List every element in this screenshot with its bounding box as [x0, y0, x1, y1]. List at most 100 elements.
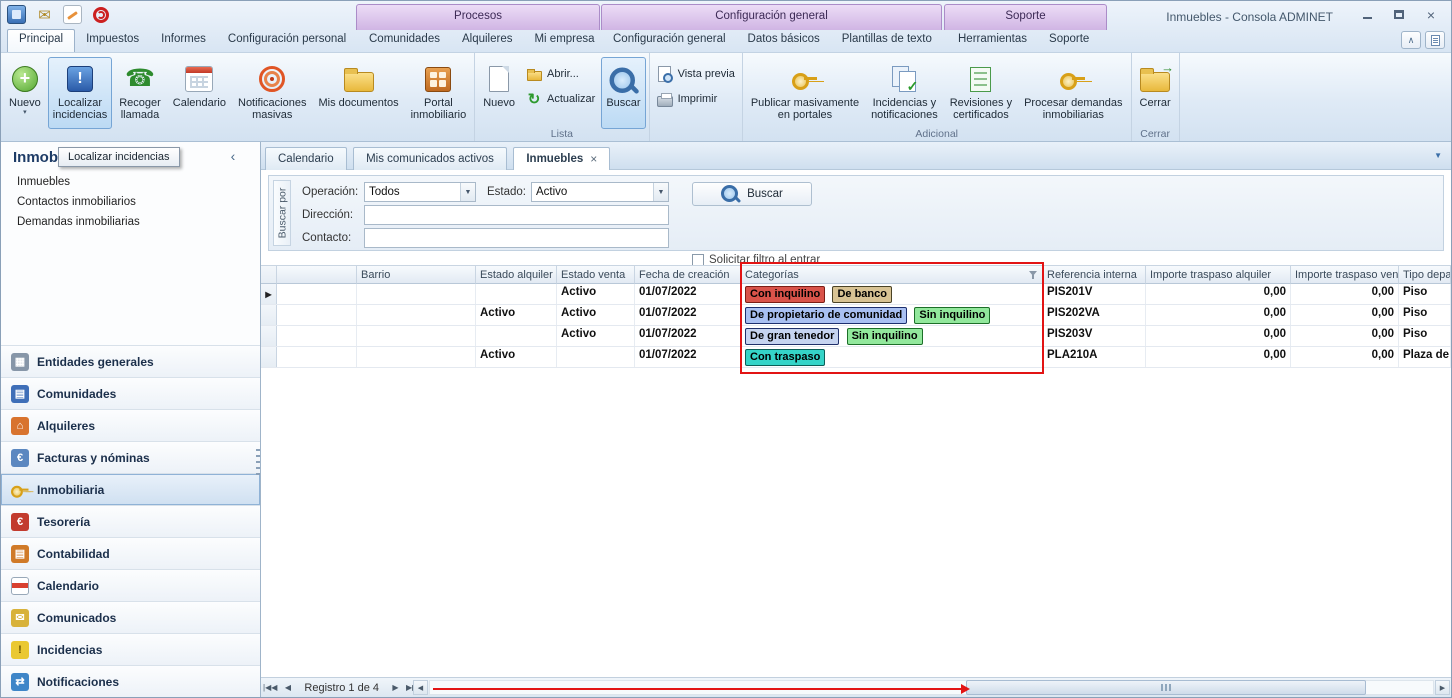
direccion-input[interactable]: [364, 205, 669, 225]
vista-previa-button[interactable]: Vista previa: [657, 65, 735, 83]
collapse-panel-icon[interactable]: ‹: [224, 148, 242, 166]
tab-principal[interactable]: Principal: [7, 29, 75, 52]
buscar-grid-button[interactable]: Buscar: [692, 182, 812, 206]
cell-tipo: Plaza de: [1399, 347, 1451, 367]
tab-impuestos[interactable]: Impuestos: [75, 29, 150, 52]
tab-configuracion-personal[interactable]: Configuración personal: [217, 29, 357, 52]
tab-herramientas[interactable]: Herramientas: [947, 29, 1038, 52]
column-header-tipo[interactable]: Tipo depa: [1399, 265, 1451, 284]
chevron-down-icon[interactable]: ▼: [460, 183, 475, 201]
tooltip-localizar-incidencias: Localizar incidencias: [58, 147, 180, 167]
operacion-label: Operación:: [302, 186, 364, 198]
app-icon[interactable]: [7, 5, 26, 24]
previous-record-button[interactable]: ◀: [279, 683, 296, 692]
table-row[interactable]: Activo 01/07/2022 De gran tenedor Sin in…: [261, 326, 1451, 347]
sidebar-link-inmuebles[interactable]: Inmuebles: [1, 172, 260, 192]
sidebar-link-contactos-inmobiliarios[interactable]: Contactos inmobiliarios: [1, 192, 260, 212]
imprimir-button[interactable]: Imprimir: [657, 90, 735, 108]
sidebar-item-facturas-nominas[interactable]: € Facturas y nóminas: [1, 441, 260, 473]
sidebar-link-demandas-inmobiliarias[interactable]: Demandas inmobiliarias: [1, 212, 260, 232]
next-record-button[interactable]: ▶: [387, 683, 404, 692]
first-record-button[interactable]: |◀◀: [261, 683, 279, 692]
mail-icon[interactable]: ✉: [35, 5, 54, 24]
tab-list-dropdown-icon[interactable]: ▼: [1434, 151, 1442, 160]
revisiones-certificados-button[interactable]: Revisiones y certificados: [945, 57, 1017, 129]
sidebar-item-comunidades[interactable]: ▤ Comunidades: [1, 377, 260, 409]
column-header-importe-traspaso-alquiler[interactable]: Importe traspaso alquiler: [1146, 265, 1291, 284]
sidebar-item-comunicados[interactable]: ✉ Comunicados: [1, 601, 260, 633]
column-header-barrio[interactable]: Barrio: [357, 265, 476, 284]
notificaciones-masivas-button[interactable]: Notificaciones masivas: [233, 57, 311, 129]
phone-icon: ☎: [125, 62, 155, 96]
sidebar-item-inmobiliaria[interactable]: Inmobiliaria: [1, 473, 260, 505]
treasury-icon: €: [11, 513, 29, 531]
sidebar-item-contabilidad[interactable]: ▤ Contabilidad: [1, 537, 260, 569]
chevron-down-icon[interactable]: ▼: [653, 183, 668, 201]
category-badge: Con inquilino: [745, 286, 825, 303]
column-header-estado-venta[interactable]: Estado venta: [557, 265, 635, 284]
column-header-fecha-creacion[interactable]: Fecha de creación: [635, 265, 741, 284]
cerrar-button[interactable]: → Cerrar: [1135, 57, 1176, 129]
splitter-grip[interactable]: [256, 449, 260, 477]
doc-tab-mis-comunicados-activos[interactable]: Mis comunicados activos: [353, 147, 507, 170]
collapse-ribbon-icon[interactable]: ∧: [1401, 31, 1421, 49]
documents-check-icon: ✓: [892, 62, 916, 96]
category-badge: Sin inquilino: [914, 307, 990, 324]
scroll-right-icon[interactable]: ▶: [1435, 680, 1450, 695]
nuevo-button[interactable]: + Nuevo ▾: [4, 57, 46, 129]
tab-comunidades[interactable]: Comunidades: [358, 29, 451, 52]
sidebar-item-calendario[interactable]: Calendario: [1, 569, 260, 601]
table-row[interactable]: Activo 01/07/2022 Con traspaso PLA210A 0…: [261, 347, 1451, 368]
sidebar-item-notificaciones[interactable]: ⇄ Notificaciones: [1, 665, 260, 697]
table-row[interactable]: Activo Activo 01/07/2022 De propietario …: [261, 305, 1451, 326]
recoger-llamada-button[interactable]: ☎ Recoger llamada: [114, 57, 166, 129]
tab-configuracion-general[interactable]: Configuración general: [602, 29, 737, 52]
abrir-button[interactable]: Abrir...: [526, 65, 595, 83]
ribbon-group-principal: + Nuevo ▾ ! Localizar incidencias ☎ Reco…: [1, 53, 475, 141]
doc-tab-calendario[interactable]: Calendario: [265, 147, 347, 170]
column-header-importe-traspaso-venta[interactable]: Importe traspaso venta: [1291, 265, 1399, 284]
close-tab-icon[interactable]: ×: [590, 152, 597, 166]
sidebar-item-tesoreria[interactable]: € Tesorería: [1, 505, 260, 537]
close-button[interactable]: ×: [1419, 6, 1443, 23]
sidebar-item-incidencias[interactable]: ! Incidencias: [1, 633, 260, 665]
cell-barrio: [357, 326, 476, 346]
actualizar-button[interactable]: ↻ Actualizar: [526, 90, 595, 108]
column-header-categorias[interactable]: Categorías: [741, 265, 1043, 284]
column-header-blank[interactable]: [277, 265, 357, 284]
mis-documentos-button[interactable]: Mis documentos: [313, 57, 403, 129]
table-row[interactable]: ▶ Activo 01/07/2022 Con inquilino De ban…: [261, 284, 1451, 305]
portal-inmobiliario-button[interactable]: Portal inmobiliario: [406, 57, 472, 129]
horizontal-scrollbar-thumb[interactable]: [966, 680, 1366, 695]
procesar-demandas-button[interactable]: Procesar demandas inmobiliarias: [1019, 57, 1127, 129]
filter-funnel-icon[interactable]: [1029, 270, 1038, 280]
estado-select[interactable]: Activo ▼: [531, 182, 669, 202]
tab-plantillas-de-texto[interactable]: Plantillas de texto: [831, 29, 943, 52]
column-header-referencia-interna[interactable]: Referencia interna: [1043, 265, 1146, 284]
minimize-button[interactable]: [1355, 6, 1379, 23]
buscar-button[interactable]: Buscar: [601, 57, 645, 129]
cell-importe-alquiler: 0,00: [1146, 305, 1291, 325]
ribbon-options-icon[interactable]: [1425, 31, 1445, 49]
cell-fecha: 01/07/2022: [635, 326, 741, 346]
contacto-input[interactable]: [364, 228, 669, 248]
notes-icon[interactable]: [63, 5, 82, 24]
doc-tab-inmuebles[interactable]: Inmuebles ×: [513, 147, 610, 170]
scroll-left-icon[interactable]: ◀: [413, 680, 428, 695]
maximize-button[interactable]: [1387, 6, 1411, 23]
tab-datos-basicos[interactable]: Datos básicos: [737, 29, 831, 52]
tab-alquileres[interactable]: Alquileres: [451, 29, 524, 52]
calendario-button[interactable]: Calendario: [168, 57, 231, 129]
sidebar-item-alquileres[interactable]: ⌂ Alquileres: [1, 409, 260, 441]
column-header-estado-alquiler[interactable]: Estado alquiler: [476, 265, 557, 284]
tab-informes[interactable]: Informes: [150, 29, 217, 52]
incidencias-notificaciones-button[interactable]: ✓ Incidencias y notificaciones: [866, 57, 943, 129]
tab-mi-empresa[interactable]: Mi empresa: [523, 29, 605, 52]
tab-soporte[interactable]: Soporte: [1038, 29, 1100, 52]
sidebar-item-entidades-generales[interactable]: ▦ Entidades generales: [1, 345, 260, 377]
localizar-incidencias-button[interactable]: ! Localizar incidencias: [48, 57, 112, 129]
cell-categorias: De gran tenedor Sin inquilino: [741, 326, 1043, 346]
publicar-masivamente-button[interactable]: Publicar masivamente en portales: [746, 57, 864, 129]
operacion-select[interactable]: Todos ▼: [364, 182, 476, 202]
nuevo-registro-button[interactable]: Nuevo: [478, 57, 520, 129]
